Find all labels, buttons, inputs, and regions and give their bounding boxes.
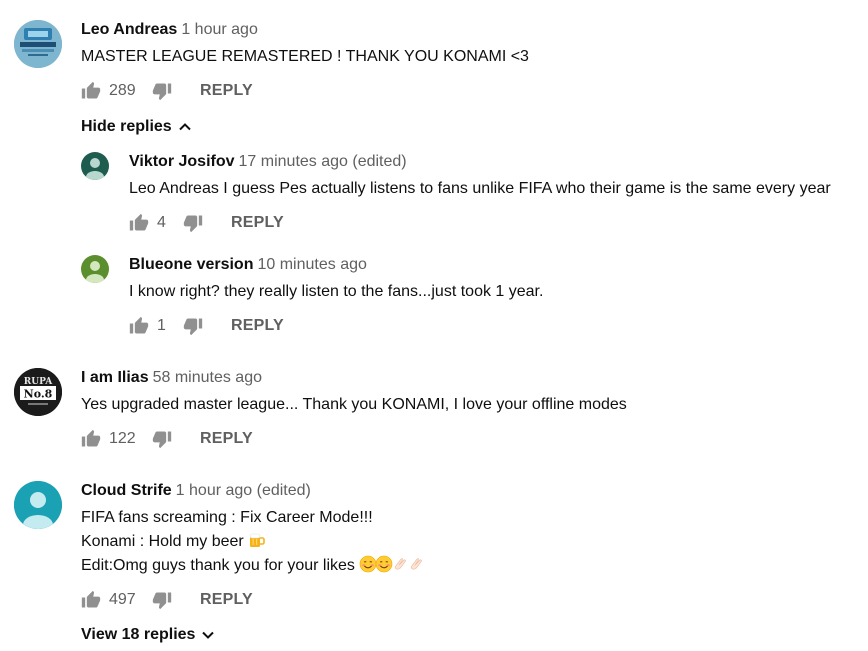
- reply-time[interactable]: 17 minutes ago (edited): [239, 153, 407, 170]
- default-avatar-icon: [86, 261, 104, 283]
- thumbs-down-icon[interactable]: [152, 590, 172, 610]
- avatar[interactable]: RUPA No.8: [14, 368, 62, 416]
- reply-text: Leo Andreas I guess Pes actually listens…: [129, 180, 831, 197]
- thumbs-up-icon[interactable]: [81, 590, 101, 610]
- comment-author[interactable]: Cloud Strife: [81, 482, 172, 499]
- comment-time[interactable]: 58 minutes ago: [153, 369, 262, 386]
- avatar[interactable]: [14, 20, 62, 68]
- clapping-hands-icon: [411, 558, 423, 570]
- avatar-image: [14, 20, 62, 68]
- reply-button[interactable]: REPLY: [200, 430, 253, 448]
- comment-text-line-with-emoji: Edit:Omg guys thank you for your likes: [81, 554, 426, 578]
- thumbs-down-icon[interactable]: [183, 316, 203, 336]
- comment-item: RUPA No.8 I am Ilias 58 minutes ago Yes u…: [14, 368, 627, 451]
- comment-text: FIFA fans screaming : Fix Career Mode!!!…: [81, 506, 426, 578]
- comment-author[interactable]: Leo Andreas: [81, 21, 177, 38]
- reply-button[interactable]: REPLY: [231, 214, 284, 232]
- comment-time[interactable]: 1 hour ago: [181, 21, 258, 38]
- reply-author[interactable]: Viktor Josifov: [129, 153, 235, 170]
- chevron-up-icon: [178, 123, 191, 131]
- hide-replies-button[interactable]: Hide replies: [81, 118, 192, 136]
- view-replies-label: View 18 replies: [81, 626, 196, 643]
- comment-author[interactable]: I am Ilias: [81, 369, 149, 386]
- default-avatar-icon: [86, 158, 104, 180]
- smiling-face-icon: [376, 555, 393, 573]
- thumbs-up-icon[interactable]: [81, 429, 101, 449]
- comment-text-line: FIFA fans screaming : Fix Career Mode!!!: [81, 509, 373, 526]
- comment-toolbar: 497 REPLY: [81, 588, 426, 612]
- comment-toolbar: 289 REPLY: [81, 79, 529, 103]
- like-count: 1: [157, 317, 166, 334]
- comment-text-line: Edit:Omg guys thank you for your likes: [81, 557, 355, 574]
- comment-item: Leo Andreas 1 hour ago MASTER LEAGUE REMA…: [14, 20, 529, 103]
- comment-time[interactable]: 1 hour ago (edited): [176, 482, 311, 499]
- hide-replies-label: Hide replies: [81, 118, 172, 135]
- reply-button[interactable]: REPLY: [200, 82, 253, 100]
- comment-text-line: Konami : Hold my beer: [81, 533, 244, 550]
- avatar-logo-main: No.8: [24, 388, 53, 401]
- reply-author[interactable]: Blueone version: [129, 256, 253, 273]
- reply-item: Viktor Josifov 17 minutes ago (edited) Le…: [81, 152, 831, 235]
- comment-toolbar: 122 REPLY: [81, 427, 627, 451]
- reply-item: Blueone version 10 minutes ago I know rig…: [81, 255, 543, 338]
- thumbs-down-icon[interactable]: [152, 81, 172, 101]
- thumbs-down-icon[interactable]: [152, 429, 172, 449]
- reply-button[interactable]: REPLY: [200, 591, 253, 609]
- like-count: 497: [109, 591, 136, 608]
- thumbs-up-icon[interactable]: [129, 213, 149, 233]
- reply-text: I know right? they really listen to the …: [129, 283, 544, 300]
- comment-text-line-with-emoji: Konami : Hold my beer: [81, 530, 426, 554]
- chevron-down-icon: [202, 631, 215, 639]
- default-avatar-icon: [14, 481, 62, 529]
- comment-text: Yes upgraded master league... Thank you …: [81, 396, 627, 413]
- reply-toolbar: 1 REPLY: [129, 314, 543, 338]
- view-replies-button[interactable]: View 18 replies: [81, 626, 215, 644]
- comment-text: MASTER LEAGUE REMASTERED ! THANK YOU KON…: [81, 48, 529, 65]
- reply-button[interactable]: REPLY: [231, 317, 284, 335]
- avatar-logo-top: RUPA: [24, 377, 53, 387]
- like-count: 4: [157, 214, 166, 231]
- like-count: 289: [109, 82, 136, 99]
- reply-time[interactable]: 10 minutes ago: [257, 256, 366, 273]
- like-count: 122: [109, 430, 136, 447]
- avatar-image: RUPA No.8: [14, 368, 62, 416]
- avatar[interactable]: [14, 481, 62, 529]
- beer-mug-icon: [249, 533, 265, 547]
- comment-item: Cloud Strife 1 hour ago (edited) FIFA fan…: [14, 481, 426, 612]
- avatar[interactable]: [81, 152, 109, 180]
- thumbs-down-icon[interactable]: [183, 213, 203, 233]
- thumbs-up-icon[interactable]: [81, 81, 101, 101]
- avatar[interactable]: [81, 255, 109, 283]
- reply-toolbar: 4 REPLY: [129, 211, 831, 235]
- thumbs-up-icon[interactable]: [129, 316, 149, 336]
